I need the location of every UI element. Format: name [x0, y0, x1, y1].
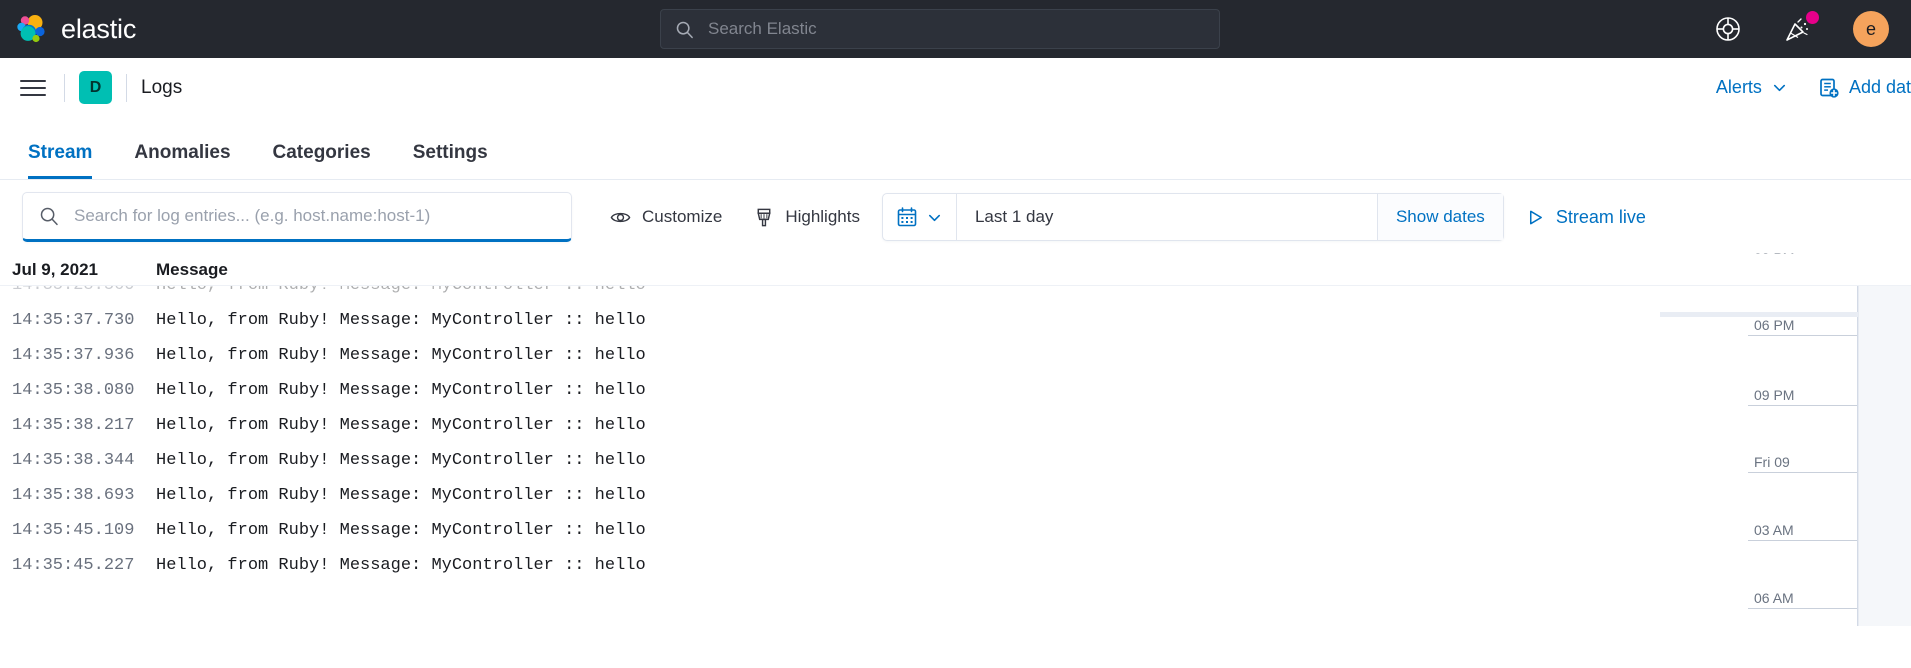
breadcrumb-title[interactable]: Logs [141, 77, 182, 99]
stream-toolbar: Search for log entries... (e.g. host.nam… [0, 180, 1911, 254]
customize-label: Customize [642, 207, 723, 226]
log-row-timestamp: 14:35:38.693 [12, 486, 135, 505]
tab-anomalies[interactable]: Anomalies [134, 142, 230, 179]
column-header-message: Message [156, 259, 228, 279]
hamburger-menu-icon[interactable] [16, 71, 50, 105]
log-row[interactable]: 14:35:37.936 Hello, from Ruby! Message: M… [0, 338, 1748, 373]
log-row-timestamp: 14:35:38.344 [12, 451, 135, 470]
log-rows-scroll[interactable]: 14:35:28.560Hello, from Ruby! Message: M… [0, 286, 1748, 626]
column-header-date: Jul 9, 2021 [12, 259, 99, 279]
log-search-input[interactable]: Search for log entries... (e.g. host.nam… [22, 192, 572, 242]
stream-live-label: Stream live [1555, 206, 1646, 227]
minimap-tick: 03 AM [1748, 522, 1857, 541]
log-row-timestamp: 14:35:45.109 [12, 521, 135, 540]
log-row-timestamp: 14:35:37.730 [12, 311, 135, 330]
date-range-picker: Last 1 day Show dates [881, 193, 1504, 241]
log-row[interactable]: 14:35:45.109 Hello, from Ruby! Message: M… [0, 513, 1748, 548]
brush-icon [757, 208, 771, 226]
minimap-tick: Fri 09 [1748, 454, 1857, 473]
elastic-brand[interactable]: elastic [16, 13, 136, 45]
log-stream-area: Jul 9, 2021 Message 14:35:28.560Hello, f… [0, 250, 1911, 626]
log-minimap[interactable]: 03 PM06 PM09 PMFri 0903 AM06 AM [1660, 250, 1911, 626]
log-row[interactable]: 14:35:38.693 Hello, from Ruby! Message: M… [0, 478, 1748, 513]
eye-icon [610, 212, 631, 222]
play-icon [1529, 210, 1542, 224]
alerts-label: Alerts [1715, 77, 1762, 97]
global-top-nav: elastic Search Elastic e [0, 0, 1911, 58]
log-row-message: Hello, from Ruby! Message: MyController … [156, 556, 646, 575]
search-icon [676, 21, 693, 38]
stream-live-button[interactable]: Stream live [1526, 207, 1646, 228]
highlights-label: Highlights [785, 207, 860, 226]
log-row-timestamp: 14:35:37.936 [12, 346, 135, 365]
chevron-down-icon [928, 214, 940, 221]
minimap-tick: 09 PM [1748, 387, 1857, 406]
space-badge[interactable]: D [79, 71, 112, 104]
help-lifebuoy-icon[interactable] [1713, 14, 1743, 44]
log-row-message: Hello, from Ruby! Message: MyController … [156, 451, 646, 470]
log-row[interactable]: 14:35:38.217 Hello, from Ruby! Message: M… [0, 408, 1748, 443]
log-row[interactable]: 14:35:37.730 Hello, from Ruby! Message: M… [0, 303, 1748, 338]
main-tabs: Stream Anomalies Categories Settings [0, 118, 1911, 180]
customize-button[interactable]: Customize [594, 197, 738, 237]
log-column-headers: Jul 9, 2021 Message [0, 254, 1911, 286]
add-data-icon [1820, 78, 1839, 98]
search-icon [40, 207, 58, 226]
add-data-button[interactable]: Add data [1818, 77, 1911, 99]
alerts-button[interactable]: Alerts [1716, 77, 1788, 98]
log-row[interactable]: 14:35:38.344 Hello, from Ruby! Message: M… [0, 443, 1748, 478]
minimap-tick-label: 09 PM [1754, 387, 1795, 403]
breadcrumb-bar: D Logs Alerts Add data [0, 58, 1911, 118]
tab-settings[interactable]: Settings [413, 142, 488, 179]
log-row-timestamp: 14:35:38.217 [12, 416, 135, 435]
tab-categories[interactable]: Categories [273, 142, 371, 179]
show-dates-button[interactable]: Show dates [1376, 194, 1503, 240]
notification-dot [1806, 11, 1819, 24]
log-row[interactable]: 14:35:45.227 Hello, from Ruby! Message: M… [0, 548, 1748, 583]
calendar-quick-select-button[interactable] [883, 194, 957, 240]
minimap-tick-label: 06 PM [1754, 317, 1795, 333]
breadcrumb-actions: Alerts Add data [1716, 77, 1911, 99]
log-row-timestamp: 14:35:38.080 [12, 381, 135, 400]
log-row-message: Hello, from Ruby! Message: MyController … [156, 486, 646, 505]
highlights-button[interactable]: Highlights [738, 197, 876, 237]
log-row-message: Hello, from Ruby! Message: MyController … [156, 311, 646, 330]
add-data-label: Add data [1848, 77, 1911, 97]
minimap-tick-label: Fri 09 [1754, 454, 1790, 470]
divider [126, 73, 127, 102]
log-row-timestamp: 14:35:28.560 [8, 286, 156, 295]
minimap-gutter [1858, 254, 1911, 626]
log-row-message: Hello, from Ruby! Message: MyController … [156, 416, 646, 435]
party-popper-icon[interactable] [1783, 11, 1819, 44]
log-row[interactable]: 14:35:38.080 Hello, from Ruby! Message: M… [0, 373, 1748, 408]
top-nav-actions: e [1713, 11, 1889, 47]
log-row-message: Hello, from Ruby! Message: MyController … [156, 346, 646, 365]
elastic-logo-icon [17, 15, 45, 43]
tab-stream[interactable]: Stream [28, 142, 93, 179]
minimap-track[interactable]: 03 PM06 PM09 PMFri 0903 AM06 AM [1660, 250, 1858, 626]
minimap-tick: 06 PM [1748, 317, 1857, 336]
log-row[interactable]: 14:35:28.560Hello, from Ruby! Message: M… [0, 286, 1748, 303]
divider [64, 73, 65, 102]
log-search-placeholder: Search for log entries... (e.g. host.nam… [74, 206, 431, 225]
global-search-input[interactable]: Search Elastic [660, 9, 1220, 49]
global-search-placeholder: Search Elastic [708, 19, 817, 38]
log-rows-list: 14:35:28.560Hello, from Ruby! Message: M… [0, 286, 1748, 583]
log-row-message: Hello, from Ruby! Message: MyController … [156, 521, 646, 540]
log-row-message: Hello, from Ruby! Message: MyController … [156, 286, 646, 295]
minimap-tick-label: 03 AM [1754, 522, 1794, 538]
chevron-down-icon [1773, 84, 1785, 92]
brand-name: elastic [61, 13, 137, 44]
avatar[interactable]: e [1853, 11, 1889, 47]
minimap-tick: 06 AM [1748, 590, 1857, 609]
date-range-value[interactable]: Last 1 day [957, 207, 1377, 227]
log-row-message: Hello, from Ruby! Message: MyController … [156, 381, 646, 400]
calendar-icon [897, 207, 917, 227]
minimap-tick-label: 06 AM [1754, 590, 1794, 606]
log-row-timestamp: 14:35:45.227 [12, 556, 135, 575]
